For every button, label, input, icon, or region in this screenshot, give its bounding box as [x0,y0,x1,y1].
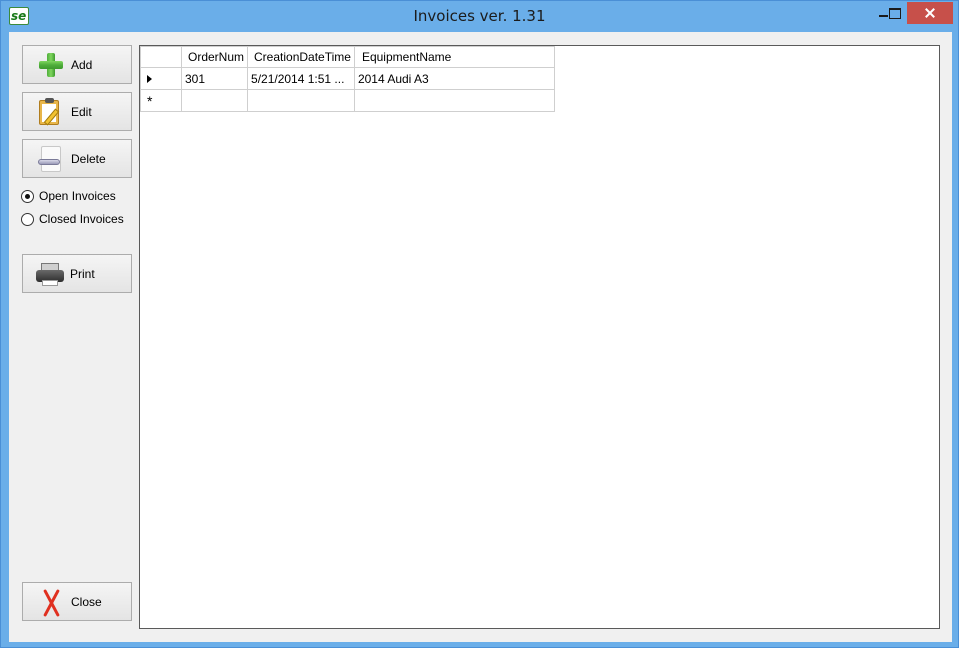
maximize-icon[interactable] [881,2,908,24]
window-title: Invoices ver. 1.31 [413,7,546,25]
current-row-arrow-icon [147,74,152,83]
close-button-label: Close [71,594,102,609]
closed-invoices-radio[interactable]: Closed Invoices [21,212,124,226]
plus-icon [37,51,67,79]
print-button-label: Print [70,266,95,281]
title-bar[interactable]: se Invoices ver. 1.31 [1,1,958,32]
invoices-grid[interactable]: OrderNum CreationDateTime EquipmentName … [139,45,940,629]
open-invoices-label: Open Invoices [39,189,116,203]
window-close-icon[interactable] [907,2,953,24]
column-header-creationdatetime[interactable]: CreationDateTime [247,46,355,68]
closed-invoices-radio-circle[interactable] [21,212,34,226]
new-cell-ordernum[interactable] [180,89,249,112]
document-minus-icon [37,145,67,173]
new-row[interactable]: * [140,89,555,112]
invoices-table: OrderNum CreationDateTime EquipmentName … [140,46,555,112]
table-row[interactable]: 301 5/21/2014 1:51 ... 2014 Audi A3 [140,67,555,90]
closed-invoices-label: Closed Invoices [39,212,124,226]
add-button[interactable]: Add [22,45,132,84]
clipboard-pencil-icon [37,97,67,126]
edit-button[interactable]: Edit [22,92,132,131]
delete-button[interactable]: Delete [22,139,132,178]
cell-ordernum[interactable]: 301 [180,67,249,90]
new-cell-creationdatetime[interactable] [247,89,355,112]
grid-corner-cell[interactable] [140,46,182,68]
delete-button-label: Delete [71,151,106,166]
invoices-window: se Invoices ver. 1.31 Add Edit Delete Op… [0,0,959,648]
new-row-marker[interactable]: * [140,89,182,112]
grid-header-row: OrderNum CreationDateTime EquipmentName [140,46,555,68]
cell-creationdatetime[interactable]: 5/21/2014 1:51 ... [247,67,355,90]
cell-equipmentname[interactable]: 2014 Audi A3 [353,67,555,90]
open-invoices-radio-circle[interactable] [21,189,34,203]
client-area: Add Edit Delete Open Invoices Closed Inv… [9,32,952,642]
close-button[interactable]: Close [22,582,132,621]
add-button-label: Add [71,57,93,72]
printer-icon [36,260,66,288]
column-header-equipmentname[interactable]: EquipmentName [353,46,555,68]
print-button[interactable]: Print [22,254,132,293]
new-cell-equipmentname[interactable] [353,89,555,112]
edit-button-label: Edit [71,104,92,119]
close-x-icon [37,588,67,616]
row-selector[interactable] [140,67,182,90]
open-invoices-radio[interactable]: Open Invoices [21,189,116,203]
column-header-ordernum[interactable]: OrderNum [180,46,249,68]
